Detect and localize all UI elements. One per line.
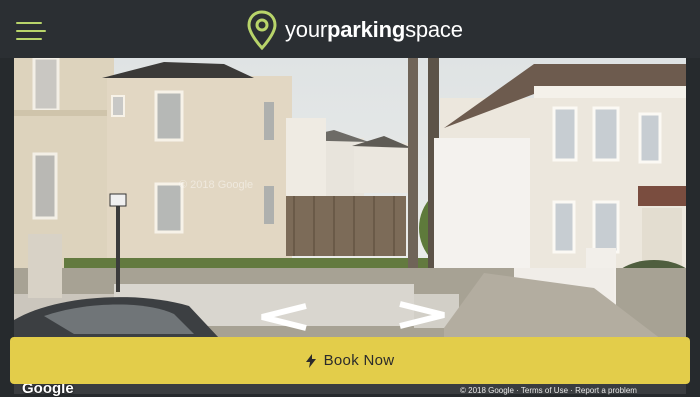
chevron-left-icon[interactable] xyxy=(254,302,310,332)
top-navigation-bar: yourparkingspace xyxy=(0,0,700,58)
hamburger-menu-icon[interactable] xyxy=(16,18,48,40)
logo-wordmark: yourparkingspace xyxy=(285,17,463,42)
site-logo[interactable]: yourparkingspace xyxy=(247,10,463,50)
google-watermark: © 2018 Google xyxy=(179,179,254,191)
location-pin-icon xyxy=(247,10,277,50)
book-now-button[interactable]: Book Now xyxy=(10,337,690,384)
book-now-label: Book Now xyxy=(323,352,395,369)
lightning-bolt-icon xyxy=(305,353,316,368)
chevron-right-icon[interactable] xyxy=(396,300,452,330)
